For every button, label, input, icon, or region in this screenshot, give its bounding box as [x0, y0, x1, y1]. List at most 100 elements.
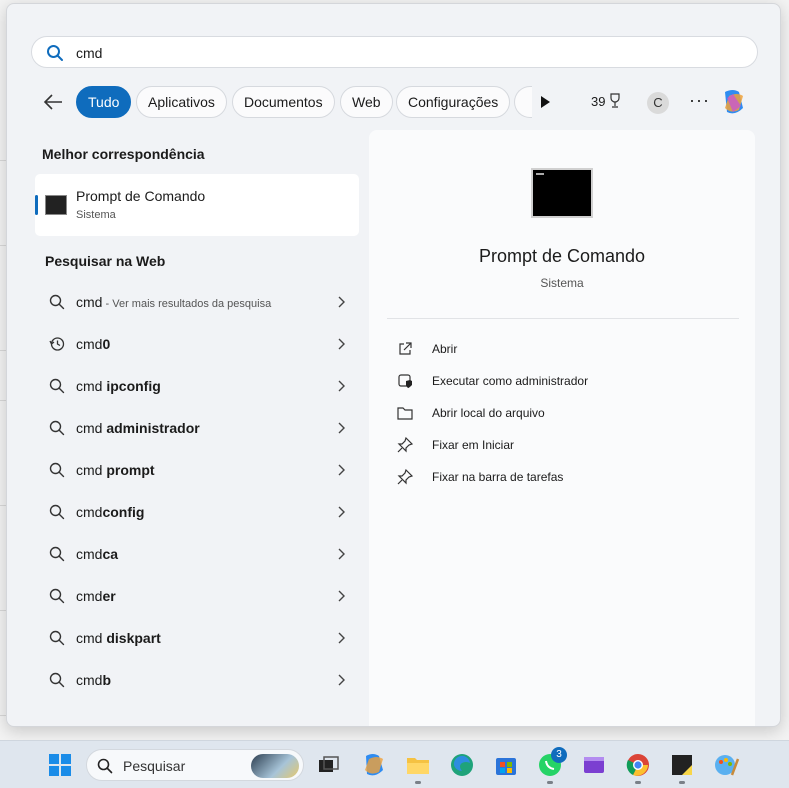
action-1[interactable]: Abrir: [397, 335, 697, 363]
taskbar-search[interactable]: Pesquisar: [86, 749, 304, 781]
detail-title: Prompt de Comando: [478, 246, 646, 266]
sticky-notes-icon[interactable]: [668, 751, 696, 779]
query-prefix: cmd: [76, 294, 103, 310]
suggestion-completion: 0: [102, 336, 111, 352]
suggestion-completion: prompt: [106, 462, 155, 478]
running-indicator: [547, 781, 553, 784]
web-result-label: cmdca: [76, 546, 118, 562]
chevron-right-icon: [338, 422, 345, 434]
chevron-right-icon: [338, 296, 345, 308]
action-5[interactable]: Fixar na barra de tarefas: [397, 463, 697, 491]
points-value: 39: [591, 93, 606, 109]
action-label: Fixar na barra de tarefas: [432, 470, 564, 484]
suggestion-completion: diskpart: [106, 630, 161, 646]
web-result-label: cmd diskpart: [76, 630, 161, 646]
pin-icon: [397, 469, 413, 485]
avatar[interactable]: C: [647, 92, 669, 114]
action-label: Fixar em Iniciar: [432, 438, 515, 452]
admin-shield-icon: [398, 374, 412, 388]
web-result-item[interactable]: cmd ipconfig: [43, 368, 353, 404]
query-prefix: cmd: [76, 588, 103, 604]
clipchamp-icon[interactable]: [580, 751, 608, 779]
whatsapp-notification-badge: 3: [551, 747, 567, 763]
detail-subtitle: Sistema: [540, 276, 584, 290]
query-prefix: cmd: [76, 378, 107, 394]
running-indicator: [635, 781, 641, 784]
query-prefix: cmd: [76, 504, 103, 520]
query-prefix: cmd: [76, 336, 103, 352]
web-result-item[interactable]: cmd prompt: [43, 452, 353, 488]
pin-icon: [397, 437, 413, 453]
divider: [387, 318, 739, 319]
action-4[interactable]: Fixar em Iniciar: [397, 431, 697, 459]
best-match-heading: Melhor correspondência: [42, 146, 205, 162]
tab-aplicativos[interactable]: Aplicativos: [136, 86, 227, 118]
detail-pane: Prompt de Comando Sistema Abrir Executar …: [369, 130, 755, 726]
query-prefix: cmd: [76, 420, 107, 436]
web-result-item[interactable]: cmd administrador: [43, 410, 353, 446]
action-2[interactable]: Executar como administrador: [397, 367, 697, 395]
search-input[interactable]: cmd: [31, 36, 758, 68]
chevron-right-icon: [338, 548, 345, 560]
web-result-item[interactable]: cmdconfig: [43, 494, 353, 530]
search-icon: [49, 546, 65, 562]
selection-indicator: [35, 195, 38, 215]
action-label: Abrir: [432, 342, 458, 356]
web-result-item[interactable]: cmdca: [43, 536, 353, 572]
search-icon: [47, 45, 63, 61]
search-icon: [49, 420, 65, 436]
best-match-item[interactable]: Prompt de Comando Sistema: [35, 174, 359, 236]
copilot-icon[interactable]: [719, 88, 749, 116]
rewards-points[interactable]: 39: [591, 93, 622, 109]
copilot-taskbar-icon[interactable]: [360, 751, 388, 779]
chrome-icon[interactable]: [624, 751, 652, 779]
command-prompt-large-icon: [531, 168, 593, 218]
chevron-right-icon: [338, 674, 345, 686]
edge-icon[interactable]: [448, 751, 476, 779]
tab-overflow[interactable]: [514, 86, 532, 118]
web-result-item[interactable]: cmdb: [43, 662, 353, 698]
windows-start-icon[interactable]: [46, 751, 74, 779]
search-icon: [49, 462, 65, 478]
query-prefix: cmd: [76, 630, 107, 646]
chevron-right-icon: [338, 464, 345, 476]
query-prefix: cmd: [76, 672, 103, 688]
suggestion-completion: er: [102, 588, 116, 604]
play-icon[interactable]: [537, 94, 553, 110]
suggestion-hint: - Ver mais resultados da pesquisa: [102, 298, 272, 310]
more-options-button[interactable]: ···: [689, 90, 710, 111]
paint-icon[interactable]: [712, 751, 740, 779]
web-result-item[interactable]: cmder: [43, 578, 353, 614]
tab-documentos[interactable]: Documentos: [232, 86, 335, 118]
action-label: Executar como administrador: [432, 374, 589, 388]
tab-tudo[interactable]: Tudo: [76, 86, 132, 118]
suggestion-completion: ca: [102, 546, 119, 562]
web-result-label: cmder: [76, 588, 116, 604]
web-search-heading: Pesquisar na Web: [45, 253, 166, 269]
search-query: cmd: [76, 45, 103, 61]
web-result-item[interactable]: cmd diskpart: [43, 620, 353, 656]
action-3[interactable]: Abrir local do arquivo: [397, 399, 697, 427]
search-highlight-image: [251, 754, 299, 778]
search-icon: [49, 504, 65, 520]
search-icon: [49, 672, 65, 688]
file-explorer-icon[interactable]: [404, 751, 432, 779]
web-result-label: cmd - Ver mais resultados da pesquisa: [76, 294, 271, 310]
chevron-right-icon: [338, 380, 345, 392]
store-icon[interactable]: [492, 751, 520, 779]
tab-web[interactable]: Web: [340, 86, 393, 118]
web-result-item[interactable]: cmd - Ver mais resultados da pesquisa: [43, 284, 353, 320]
web-result-label: cmdconfig: [76, 504, 144, 520]
history-icon: [49, 337, 65, 351]
open-icon: [399, 342, 412, 355]
tab-configuracoes[interactable]: Configurações: [396, 86, 511, 118]
task-view-icon[interactable]: [314, 751, 342, 779]
chevron-right-icon: [338, 590, 345, 602]
web-result-label: cmdb: [76, 672, 111, 688]
back-arrow-icon[interactable]: [41, 90, 65, 114]
query-prefix: cmd: [76, 546, 103, 562]
running-indicator: [679, 781, 685, 784]
search-icon: [49, 294, 65, 310]
web-result-label: cmd administrador: [76, 420, 200, 436]
web-result-item[interactable]: cmd0: [43, 326, 353, 362]
